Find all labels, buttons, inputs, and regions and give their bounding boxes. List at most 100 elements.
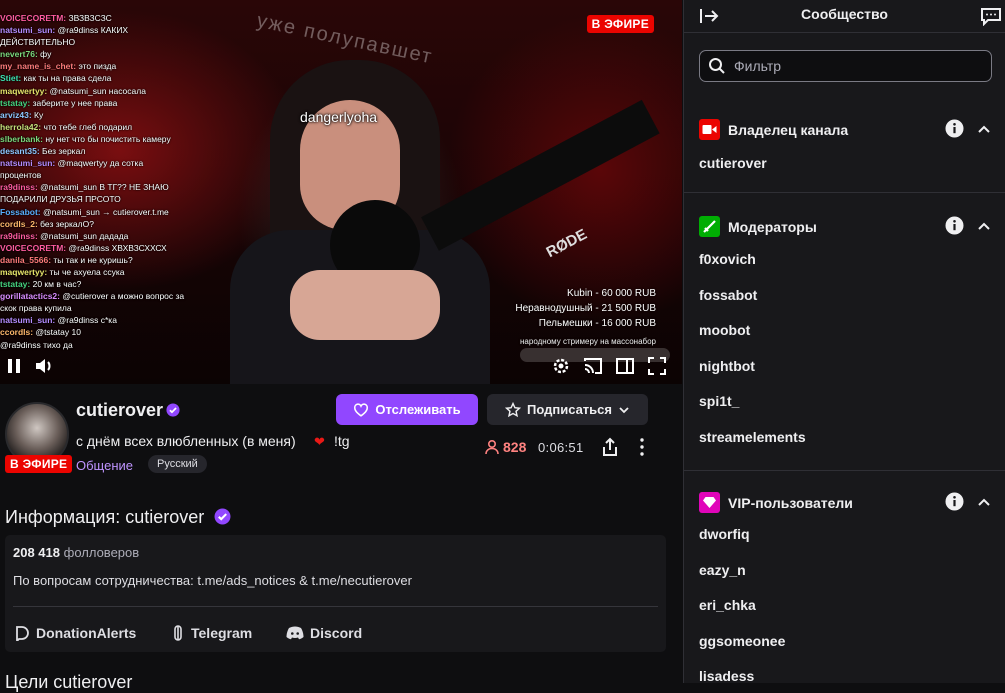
- overlay-name-label: dangerlyoha: [300, 109, 378, 125]
- chat-overlay-line: maqwertyy: @natsumi_sun насосала: [0, 85, 240, 97]
- streamer-hands: [290, 270, 440, 340]
- video-camera-icon: [699, 119, 720, 140]
- chat-overlay-line: herrola42: что тебе глеб подарил: [0, 121, 240, 133]
- member-item[interactable]: cutierover: [699, 155, 767, 171]
- chat-username: arviz43:: [0, 109, 35, 120]
- video-player[interactable]: уже полупавшет RØDE VOICECORETM: ЗВЗВЗСЗ…: [0, 0, 682, 384]
- member-item[interactable]: eri_chka: [699, 597, 756, 613]
- chat-bubble-icon[interactable]: [980, 6, 1002, 27]
- filter-input[interactable]: [732, 57, 976, 75]
- chat-message: ну нет что бы почистить камеру: [45, 133, 171, 144]
- viewer-count-value: 828: [503, 439, 527, 455]
- heart-icon: [354, 402, 369, 417]
- chat-overlay-line: Stiet: как ты на права сдела: [0, 72, 240, 84]
- telegram-link[interactable]: Telegram: [171, 625, 252, 641]
- member-item[interactable]: dworfiq: [699, 526, 750, 542]
- stream-chat-overlay: VOICECORETM: ЗВЗВЗСЗС natsumi_sun: @ra9di…: [0, 12, 240, 351]
- link-label: Telegram: [191, 625, 253, 641]
- chevron-down-icon: [619, 406, 629, 413]
- community-panel: Сообщество Владелец канала cutierover: [683, 0, 1005, 683]
- cast-icon[interactable]: [583, 356, 603, 376]
- chat-message: ЗВЗВЗСЗС: [68, 13, 112, 23]
- chat-username: Stiet:: [0, 73, 24, 84]
- member-item[interactable]: ggsomeonee: [699, 633, 785, 649]
- member-item[interactable]: lisadess: [699, 668, 754, 683]
- divider: [684, 470, 1005, 471]
- filter-field[interactable]: [699, 50, 992, 82]
- section-header[interactable]: Модераторы: [699, 216, 817, 237]
- chat-overlay-line: my_name_is_chet: это пизда: [0, 60, 240, 72]
- follower-count-label: фолловеров: [63, 545, 140, 560]
- member-item[interactable]: streamelements: [699, 429, 806, 445]
- chat-message: @ra9dinss КАКИХ: [57, 25, 129, 36]
- link-label: DonationAlerts: [36, 625, 137, 641]
- player-controls: [0, 348, 682, 384]
- member-item[interactable]: nightbot: [699, 358, 755, 374]
- subscribe-label: Подписаться: [526, 402, 612, 417]
- chat-username: tstatay:: [0, 279, 33, 290]
- pause-icon[interactable]: [4, 356, 24, 376]
- volume-icon[interactable]: [34, 356, 54, 376]
- chevron-up-icon[interactable]: [976, 218, 992, 234]
- more-options-icon[interactable]: [632, 436, 652, 458]
- section-header[interactable]: VIP-пользователи: [699, 492, 853, 513]
- share-icon[interactable]: [600, 436, 620, 458]
- channel-name[interactable]: cutierover: [76, 400, 163, 421]
- category-link[interactable]: Общение: [76, 458, 133, 473]
- chevron-up-icon[interactable]: [976, 121, 992, 137]
- chat-overlay-line: natsumi_sun: @ra9dinss с*ка: [0, 314, 240, 326]
- info-icon[interactable]: [945, 216, 964, 235]
- chat-message: @maqwertyy да сотка: [57, 158, 144, 169]
- member-item[interactable]: f0xovich: [699, 251, 756, 267]
- chat-overlay-line: natsumi_sun: @ra9dinss КАКИХ: [0, 24, 240, 36]
- chat-username: desant35:: [0, 146, 43, 157]
- chat-username: natsumi_sun:: [0, 25, 58, 36]
- about-description: По вопросам сотрудничества: t.me/ads_not…: [13, 573, 412, 588]
- section-header[interactable]: Владелец канала: [699, 119, 848, 140]
- chat-username: natsumi_sun:: [0, 315, 58, 326]
- chat-overlay-line: ra9dinss: @natsumi_sun В ТГ?? НЕ ЗНАЮ: [0, 181, 240, 193]
- info-icon[interactable]: [945, 492, 964, 511]
- star-icon: [504, 401, 521, 417]
- verified-badge-icon: [166, 403, 180, 420]
- member-item[interactable]: moobot: [699, 322, 750, 338]
- donationalerts-link[interactable]: DonationAlerts: [14, 625, 136, 641]
- member-item[interactable]: fossabot: [699, 287, 757, 303]
- chat-username: slberbank:: [0, 133, 46, 144]
- chat-username: VOICECORETM:: [0, 242, 69, 253]
- donation-list: Kubin - 60 000 RUB Неравнодушный - 21 50…: [515, 286, 656, 349]
- heart-emoji: ❤: [314, 434, 325, 449]
- info-icon[interactable]: [945, 119, 964, 138]
- chat-overlay-line: ДЕЙСТВИТЕЛЬНО: [0, 36, 240, 48]
- member-item[interactable]: spi1t_: [699, 393, 739, 409]
- chat-overlay-line: процентов: [0, 169, 240, 181]
- chat-username: natsumi_sun:: [0, 158, 58, 169]
- member-item[interactable]: eazy_n: [699, 562, 746, 578]
- verified-badge-icon: [214, 508, 231, 528]
- chat-username: maqwertyy:: [0, 266, 50, 277]
- follower-count: 208 418 фолловеров: [13, 545, 139, 560]
- donation-item: Пельмешки - 16 000 RUB: [538, 318, 656, 329]
- follow-button[interactable]: Отслеживать: [336, 394, 478, 425]
- about-panel: 208 418 фолловеров По вопросам сотруднич…: [5, 535, 666, 652]
- donation-item: Kubin - 60 000 RUB: [567, 288, 656, 299]
- chat-username: ccordls:: [0, 327, 36, 338]
- chat-overlay-line: desant35: Без зеркал: [0, 145, 240, 157]
- chevron-up-icon[interactable]: [976, 494, 992, 510]
- subscribe-button[interactable]: Подписаться: [487, 394, 648, 425]
- chat-message: ПОДАРИЛИ ДРУЗЬЯ ПРСОТО: [0, 194, 121, 205]
- chat-overlay-line: gorillatactics2: @cutierover а можно воп…: [0, 290, 240, 302]
- chat-message: 20 км в час?: [32, 279, 82, 290]
- settings-gear-icon[interactable]: [551, 356, 571, 376]
- fullscreen-icon[interactable]: [647, 356, 667, 376]
- telegram-icon: [174, 625, 182, 641]
- chat-message: это пизда: [78, 61, 117, 72]
- chat-message: @natsumi_sun В ТГ?? НЕ ЗНАЮ: [40, 182, 169, 193]
- theatre-mode-icon[interactable]: [615, 356, 635, 376]
- discord-link[interactable]: Discord: [286, 625, 362, 641]
- chat-overlay-line: maqwertyy: ты че ахуела ссука: [0, 266, 240, 278]
- chat-message: @tstatay 10: [35, 327, 81, 338]
- chat-overlay-line: ccordls: @tstatay 10: [0, 326, 240, 338]
- chat-username: ra9dinss:: [0, 230, 41, 241]
- language-tag[interactable]: Русский: [148, 455, 207, 473]
